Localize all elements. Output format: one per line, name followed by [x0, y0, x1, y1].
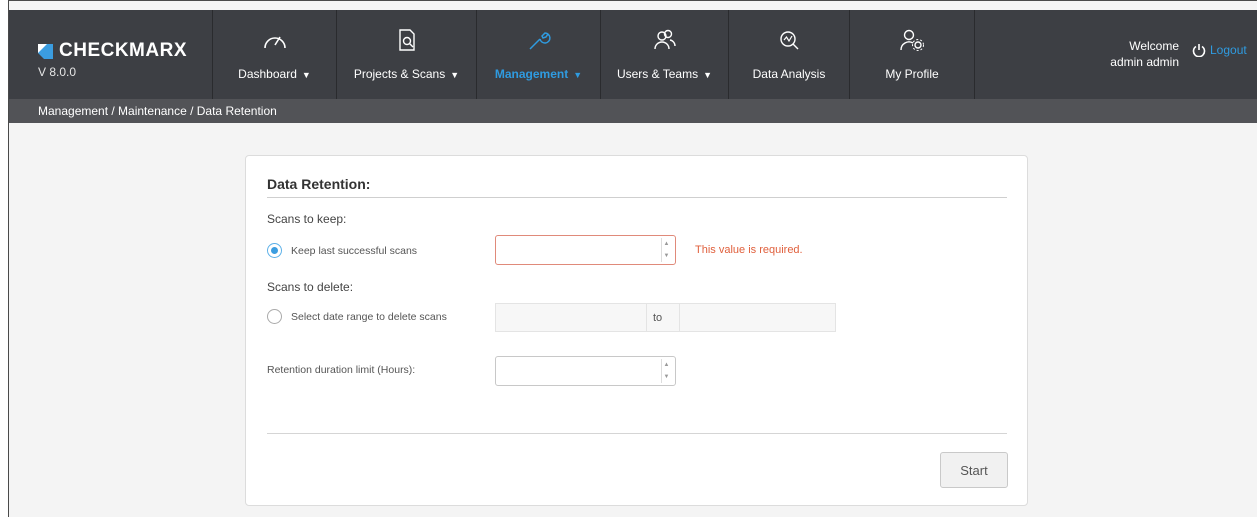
chevron-down-icon: ▼ [450, 70, 460, 80]
logo: CHECKMARX [38, 40, 212, 62]
logout-label: Logout [1210, 43, 1247, 57]
app-frame: CHECKMARX V 8.0.0 Dashboard ▼ Projects & … [8, 0, 1257, 517]
spin-up-icon[interactable]: ▲ [662, 359, 671, 371]
keep-last-radio[interactable] [267, 243, 282, 258]
keep-last-label: Keep last successful scans [291, 244, 418, 257]
nav-management-label: Management [494, 67, 569, 81]
wrench-icon [527, 27, 551, 53]
keep-last-scans-input[interactable] [495, 235, 676, 265]
nav-my-profile-label: My Profile [885, 67, 939, 81]
retention-duration-input[interactable] [495, 356, 676, 386]
welcome-label: Welcome [1129, 39, 1179, 53]
breadcrumb: Management / Maintenance / Data Retentio… [38, 104, 277, 118]
nav-management[interactable]: Management ▼ [476, 10, 600, 99]
nav-data-analysis[interactable]: Data Analysis [728, 10, 849, 99]
keep-last-option: Keep last successful scans [267, 243, 417, 258]
username: admin admin [1110, 55, 1179, 69]
checkmarx-logo-icon [38, 43, 53, 59]
chevron-down-icon: ▼ [703, 70, 713, 80]
date-to-input[interactable] [680, 304, 835, 331]
nav-projects-label: Projects & Scans [353, 67, 446, 81]
nav-users-label: Users & Teams [616, 67, 699, 81]
gauge-icon [262, 27, 288, 53]
nav-users-teams[interactable]: Users & Teams ▼ [600, 10, 728, 99]
start-button[interactable]: Start [940, 452, 1008, 488]
breadcrumb-bar: Management / Maintenance / Data Retentio… [9, 99, 1257, 123]
nav-dashboard-label: Dashboard [238, 67, 297, 81]
date-range-radio[interactable] [267, 309, 282, 324]
date-range-picker: to [495, 303, 836, 332]
analysis-icon [778, 27, 800, 53]
scans-to-delete-label: Scans to delete: [267, 280, 354, 294]
divider [267, 433, 1007, 434]
page-title: Data Retention: [267, 176, 371, 192]
power-icon [1192, 44, 1206, 57]
top-navigation-bar: CHECKMARX V 8.0.0 Dashboard ▼ Projects & … [9, 10, 1257, 99]
date-range-label: Select date range to delete scans [291, 310, 447, 323]
chevron-down-icon: ▼ [573, 70, 583, 80]
date-from-input[interactable] [496, 304, 646, 331]
brand[interactable]: CHECKMARX V 8.0.0 [9, 10, 212, 99]
users-icon [653, 27, 677, 53]
to-label: to [646, 304, 680, 331]
spin-up-icon[interactable]: ▲ [662, 238, 671, 250]
brand-name: CHECKMARX [59, 40, 187, 61]
document-search-icon [396, 27, 418, 53]
date-range-option: Select date range to delete scans [267, 309, 447, 324]
user-gear-icon [899, 27, 925, 53]
data-retention-panel: Data Retention: Scans to keep: Keep last… [245, 155, 1028, 506]
spin-down-icon[interactable]: ▼ [662, 250, 671, 262]
nav-dashboard[interactable]: Dashboard ▼ [212, 10, 336, 99]
chevron-down-icon: ▼ [301, 70, 311, 80]
duration-label: Retention duration limit (Hours): [267, 364, 416, 376]
nav-data-analysis-label: Data Analysis [752, 67, 826, 81]
divider [267, 197, 1007, 198]
keep-last-spinner[interactable]: ▲ ▼ [661, 238, 671, 262]
scans-to-keep-label: Scans to keep: [267, 212, 347, 226]
nav-my-profile[interactable]: My Profile [849, 10, 975, 99]
required-error: This value is required. [695, 244, 803, 256]
duration-spinner[interactable]: ▲ ▼ [661, 359, 671, 383]
logout-button[interactable]: Logout [1192, 43, 1247, 57]
version: V 8.0.0 [38, 65, 77, 79]
nav-projects-scans[interactable]: Projects & Scans ▼ [336, 10, 476, 99]
spin-down-icon[interactable]: ▼ [662, 371, 671, 383]
duration-row: Retention duration limit (Hours): [267, 364, 415, 376]
welcome-text: Welcome admin admin [1069, 38, 1179, 70]
